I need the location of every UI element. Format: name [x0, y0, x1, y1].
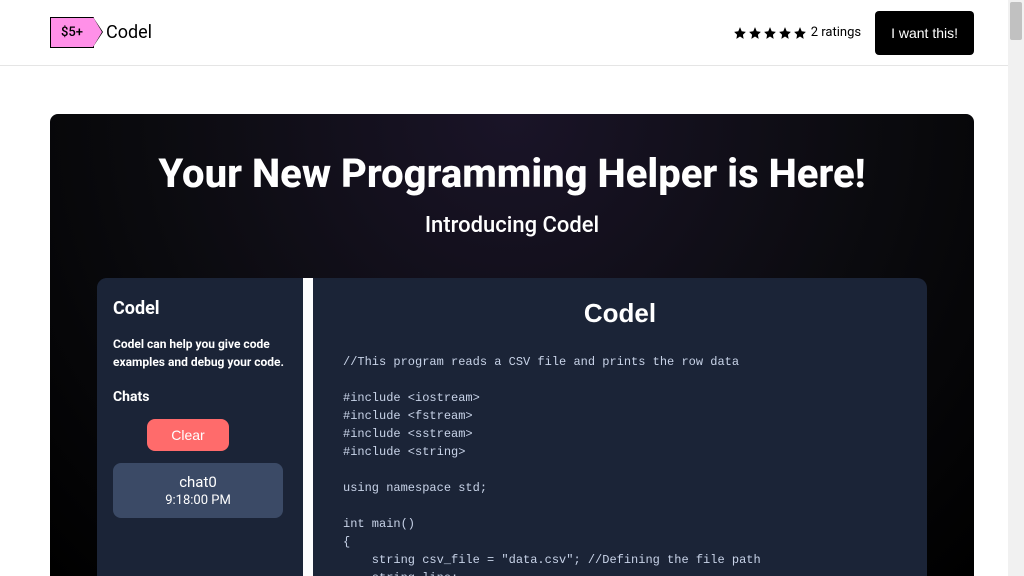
star-icon: [793, 26, 807, 40]
app-main-title: Codel: [343, 298, 897, 329]
scrollbar-thumb[interactable]: [1010, 2, 1022, 40]
header-right: 2 ratings I want this!: [733, 11, 974, 55]
chat-item-time: 9:18:00 PM: [113, 493, 283, 508]
star-icon: [763, 26, 777, 40]
app-sidebar: Codel Codel can help you give code examp…: [97, 278, 313, 576]
price-tag[interactable]: $5+: [50, 17, 94, 48]
ratings[interactable]: 2 ratings: [733, 25, 861, 40]
hero-subtitle: Introducing Codel: [86, 213, 938, 238]
hero-title: Your New Programming Helper is Here!: [86, 150, 938, 197]
chats-label: Chats: [113, 389, 297, 405]
star-icon: [778, 26, 792, 40]
app-preview: Codel Codel can help you give code examp…: [97, 278, 927, 576]
clear-button[interactable]: Clear: [147, 419, 229, 451]
code-block: //This program reads a CSV file and prin…: [343, 353, 897, 576]
scrollbar[interactable]: [1008, 0, 1024, 576]
stars: [733, 26, 807, 40]
cta-button[interactable]: I want this!: [875, 11, 974, 55]
ratings-text: 2 ratings: [811, 25, 861, 40]
star-icon: [733, 26, 747, 40]
star-icon: [748, 26, 762, 40]
app-sidebar-title: Codel: [113, 298, 297, 319]
page-header: $5+ Codel 2 ratings I want this!: [0, 0, 1024, 66]
product-name: Codel: [106, 22, 152, 43]
app-main: Codel //This program reads a CSV file an…: [313, 278, 927, 576]
header-left: $5+ Codel: [50, 17, 152, 48]
hero-section: Your New Programming Helper is Here! Int…: [50, 114, 974, 576]
app-sidebar-desc: Codel can help you give code examples an…: [113, 335, 297, 371]
chat-item-name: chat0: [113, 473, 283, 491]
chat-item[interactable]: chat0 9:18:00 PM: [113, 463, 283, 518]
